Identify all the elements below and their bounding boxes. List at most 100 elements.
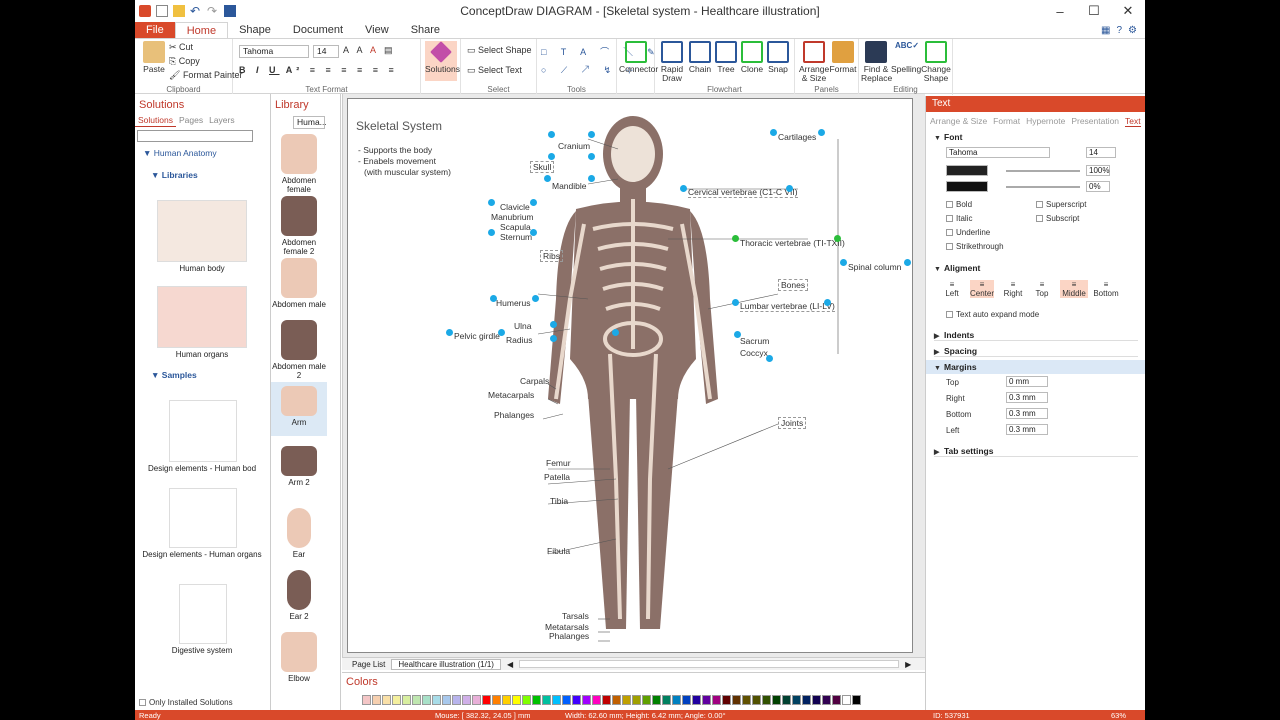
margin-bottom-input[interactable]: 0.3 mm — [1006, 408, 1048, 419]
opacity-input-2[interactable]: 0% — [1086, 181, 1110, 192]
tree-samples[interactable]: ▼ Samples — [151, 370, 197, 380]
label-cervical-vertebrae[interactable]: Cervical vertebrae (C1-C VII) — [688, 187, 798, 198]
color-swatch[interactable] — [632, 695, 641, 705]
color-swatch[interactable] — [372, 695, 381, 705]
selection-handle[interactable] — [548, 153, 555, 160]
label-mandible[interactable]: Mandible — [552, 181, 587, 191]
tree-button[interactable]: Tree — [713, 41, 739, 74]
label-bones[interactable]: Bones — [778, 279, 809, 291]
new-icon[interactable] — [156, 5, 168, 17]
selection-handle[interactable] — [446, 329, 453, 336]
library-item-ear[interactable]: Ear — [271, 508, 327, 559]
auto-expand-checkbox[interactable]: Text auto expand mode — [946, 310, 1039, 319]
selection-handle[interactable] — [904, 259, 911, 266]
layout-icon[interactable]: ▦ — [1101, 25, 1110, 36]
panel-font-combo[interactable]: Tahoma — [946, 147, 1050, 158]
label-cranium[interactable]: Cranium — [558, 141, 590, 151]
library-item-elbow[interactable]: Elbow — [271, 632, 327, 683]
snap-button[interactable]: Snap — [765, 41, 791, 74]
color-swatch[interactable] — [392, 695, 401, 705]
margins-section-header[interactable]: ▼ Margins — [926, 360, 1145, 374]
color-swatch[interactable] — [422, 695, 431, 705]
label-phalanges-feet[interactable]: Phalanges — [549, 631, 589, 641]
color-swatch[interactable] — [842, 695, 851, 705]
page-list-button[interactable]: Page List — [352, 660, 385, 669]
label-thoracic-vertebrae[interactable]: Thoracic vertebrae (TI-TXII) — [740, 238, 845, 248]
redo-icon[interactable]: ↷ — [207, 5, 219, 17]
selection-handle[interactable] — [734, 331, 741, 338]
subtab-solutions[interactable]: Solutions — [135, 114, 176, 127]
subtab-pages[interactable]: Pages — [176, 114, 206, 127]
tab-presentation[interactable]: Presentation — [1071, 116, 1119, 127]
strikethrough-checkbox[interactable]: Strikethrough — [946, 242, 1004, 251]
color-swatch[interactable] — [762, 695, 771, 705]
tab-hypernote[interactable]: Hypernote — [1026, 116, 1065, 127]
label-ribs[interactable]: Ribs — [540, 250, 564, 262]
color-swatch[interactable] — [682, 695, 691, 705]
select-text-button[interactable]: ▭ Select Text — [467, 65, 522, 76]
tab-settings-section-header[interactable]: ▶ Tab settings — [934, 446, 1138, 457]
scroll-left-icon[interactable]: ◀ — [507, 660, 513, 669]
color-swatch[interactable] — [522, 695, 531, 705]
opacity-slider-2[interactable] — [1006, 186, 1080, 188]
selection-handle[interactable] — [588, 175, 595, 182]
color-swatch[interactable] — [502, 695, 511, 705]
selection-handle[interactable] — [612, 329, 619, 336]
selection-handle-active[interactable] — [732, 235, 739, 242]
color-swatch[interactable] — [732, 695, 741, 705]
selection-handle[interactable] — [488, 199, 495, 206]
color-swatch[interactable] — [602, 695, 611, 705]
selection-handle[interactable] — [732, 299, 739, 306]
tab-document[interactable]: Document — [282, 22, 354, 38]
subscript-checkbox[interactable]: Subscript — [1036, 214, 1079, 223]
color-swatch[interactable] — [712, 695, 721, 705]
label-pelvic-girdle[interactable]: Pelvic girdle — [454, 331, 500, 341]
arrange-size-button[interactable]: Arrange & Size — [799, 41, 829, 83]
selection-handle-active[interactable] — [834, 235, 841, 242]
color-swatch[interactable] — [442, 695, 451, 705]
opacity-input-1[interactable]: 100% — [1086, 165, 1110, 176]
color-swatch[interactable] — [532, 695, 541, 705]
color-swatch[interactable] — [362, 695, 371, 705]
spacing-section-header[interactable]: ▶ Spacing — [934, 346, 1138, 357]
label-scapula[interactable]: Scapula — [500, 222, 531, 232]
color-swatch[interactable] — [782, 695, 791, 705]
tree-libraries[interactable]: ▼ Libraries — [151, 170, 198, 180]
font-tools[interactable]: A A A ▤ — [343, 45, 396, 56]
color-swatch[interactable] — [722, 695, 731, 705]
label-lumbar-vertebrae[interactable]: Lumbar vertebrae (LI-LV) — [740, 301, 835, 312]
font-color-picker[interactable] — [946, 165, 988, 176]
label-skull[interactable]: Skull — [530, 161, 555, 173]
label-tibia[interactable]: Tibia — [550, 496, 568, 506]
color-swatch[interactable] — [702, 695, 711, 705]
selection-handle[interactable] — [544, 175, 551, 182]
paste-button[interactable]: Paste — [141, 41, 167, 74]
design-organs-thumbnail[interactable] — [169, 488, 237, 548]
save-icon[interactable] — [224, 5, 236, 17]
color-swatch[interactable] — [822, 695, 831, 705]
selection-handle[interactable] — [770, 129, 777, 136]
library-item-abdomen-male-2[interactable]: Abdomen male 2 — [271, 320, 327, 380]
color-swatch[interactable] — [792, 695, 801, 705]
selection-handle[interactable] — [840, 259, 847, 266]
alignment-section-header[interactable]: ▼ Aligment — [934, 263, 980, 273]
selection-handle[interactable] — [766, 355, 773, 362]
bold-checkbox[interactable]: Bold — [946, 200, 972, 209]
selection-handle[interactable] — [824, 299, 831, 306]
selection-handle[interactable] — [786, 185, 793, 192]
color-swatch[interactable] — [832, 695, 841, 705]
color-swatch[interactable] — [572, 695, 581, 705]
label-fibula[interactable]: Fibula — [547, 546, 570, 556]
color-swatch[interactable] — [672, 695, 681, 705]
color-swatch[interactable] — [802, 695, 811, 705]
solutions-button[interactable]: Solutions — [425, 41, 460, 81]
align-bottom-button[interactable]: ≡ Bottom — [1092, 280, 1120, 298]
page-selector[interactable]: Healthcare illustration (1/1) — [391, 658, 501, 670]
panel-font-size-combo[interactable]: 14 — [1086, 147, 1116, 158]
digestive-thumbnail[interactable] — [179, 584, 227, 644]
undo-icon[interactable]: ↶ — [190, 5, 202, 17]
tab-share[interactable]: Share — [400, 22, 451, 38]
color-swatch[interactable] — [852, 695, 861, 705]
label-manubrium[interactable]: Manubrium — [491, 212, 534, 222]
color-swatch[interactable] — [772, 695, 781, 705]
